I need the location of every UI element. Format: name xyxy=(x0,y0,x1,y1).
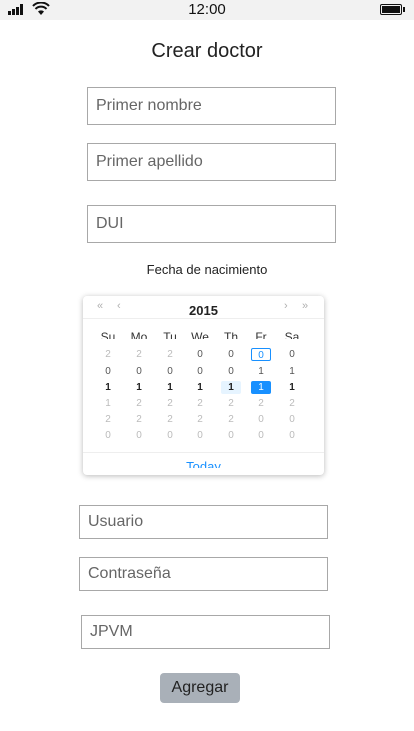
calendar-day[interactable]: 1 xyxy=(125,381,153,394)
calendar-day[interactable]: 2 xyxy=(125,397,153,410)
calendar-day[interactable]: 2 xyxy=(186,397,214,410)
extra-field[interactable]: JPVM xyxy=(81,615,330,649)
next-month-button[interactable]: › xyxy=(284,300,288,312)
page-title: Crear doctor xyxy=(151,40,263,62)
calendar-day[interactable]: 2 xyxy=(247,397,275,410)
weekday-label: Su xyxy=(100,330,116,339)
calendar-divider xyxy=(83,318,324,319)
calendar-day[interactable]: 2 xyxy=(125,413,153,426)
calendar-day[interactable]: 0 xyxy=(94,365,122,378)
calendar-day[interactable]: 2 xyxy=(217,413,245,426)
dui-field[interactable]: DUI xyxy=(87,205,336,243)
weekday-label: Tu xyxy=(163,330,177,339)
calendar-week-row: 1222222 xyxy=(83,397,324,411)
calendar-day[interactable]: 1 xyxy=(94,381,122,394)
weekday-label: Fr xyxy=(255,330,267,339)
status-time: 12:00 xyxy=(188,1,226,18)
calendar-day[interactable]: 2 xyxy=(94,413,122,426)
calendar-day[interactable]: 0 xyxy=(247,429,275,442)
calendar-day[interactable]: 0 xyxy=(278,413,306,426)
calendar-day[interactable]: 0 xyxy=(125,429,153,442)
calendar-week-row: 0000000 xyxy=(83,429,324,443)
first-name-field[interactable]: Primer nombre xyxy=(87,87,336,125)
username-field[interactable]: Usuario xyxy=(79,505,328,539)
calendar-header: « ‹ 2015 › » xyxy=(83,296,324,318)
status-bar: 12:00 xyxy=(0,0,414,20)
weekday-label: Th xyxy=(223,330,238,339)
calendar-day[interactable]: 0 xyxy=(251,348,271,361)
calendar-day[interactable]: 0 xyxy=(278,348,306,361)
calendar-day[interactable]: 2 xyxy=(217,397,245,410)
calendar-week-row: 2222200 xyxy=(83,413,324,427)
weekday-header: Su Mo Tu We Th Fr Sa xyxy=(83,330,324,339)
calendar-day[interactable]: 1 xyxy=(251,381,271,394)
today-button[interactable]: Today xyxy=(83,459,324,468)
calendar-day[interactable]: 1 xyxy=(278,381,306,394)
battery-icon xyxy=(380,4,405,15)
password-field[interactable]: Contraseña xyxy=(79,557,328,591)
calendar-day[interactable]: 0 xyxy=(186,348,214,361)
calendar-day[interactable]: 1 xyxy=(186,381,214,394)
dob-label: Fecha de nacimiento xyxy=(146,262,268,277)
calendar-day[interactable]: 2 xyxy=(156,348,184,361)
calendar-day[interactable]: 2 xyxy=(125,348,153,361)
calendar-footer-divider xyxy=(83,452,324,453)
calendar-day[interactable]: 0 xyxy=(186,429,214,442)
weekday-label: Sa xyxy=(284,330,300,339)
calendar-day[interactable]: 0 xyxy=(217,365,245,378)
calendar-day[interactable]: 1 xyxy=(278,365,306,378)
calendar-day[interactable]: 1 xyxy=(221,381,241,394)
calendar-day[interactable]: 0 xyxy=(94,429,122,442)
calendar-week-row: 2220000 xyxy=(83,348,324,362)
calendar-day[interactable]: 0 xyxy=(247,413,275,426)
calendar-week-row: 0000011 xyxy=(83,365,324,379)
last-name-field[interactable]: Primer apellido xyxy=(87,143,336,181)
calendar-day[interactable]: 1 xyxy=(247,365,275,378)
calendar-day[interactable]: 0 xyxy=(278,429,306,442)
calendar-day[interactable]: 2 xyxy=(94,348,122,361)
calendar-day[interactable]: 0 xyxy=(156,365,184,378)
next-year-button[interactable]: » xyxy=(302,300,308,312)
weekday-label: We xyxy=(191,330,209,339)
calendar-day[interactable]: 0 xyxy=(217,429,245,442)
calendar-day[interactable]: 2 xyxy=(278,397,306,410)
calendar-day[interactable]: 2 xyxy=(156,397,184,410)
date-picker-calendar: « ‹ 2015 › » Su Mo Tu We Th Fr Sa 222000000000… xyxy=(83,296,324,475)
calendar-day[interactable]: 0 xyxy=(125,365,153,378)
add-button[interactable]: Agregar xyxy=(160,673,240,703)
calendar-day[interactable]: 0 xyxy=(217,348,245,361)
calendar-day[interactable]: 0 xyxy=(186,365,214,378)
calendar-week-row: 1111111 xyxy=(83,381,324,395)
calendar-day[interactable]: 1 xyxy=(94,397,122,410)
calendar-day[interactable]: 2 xyxy=(156,413,184,426)
calendar-day[interactable]: 1 xyxy=(156,381,184,394)
calendar-day[interactable]: 2 xyxy=(186,413,214,426)
weekday-label: Mo xyxy=(130,330,148,339)
calendar-day[interactable]: 0 xyxy=(156,429,184,442)
